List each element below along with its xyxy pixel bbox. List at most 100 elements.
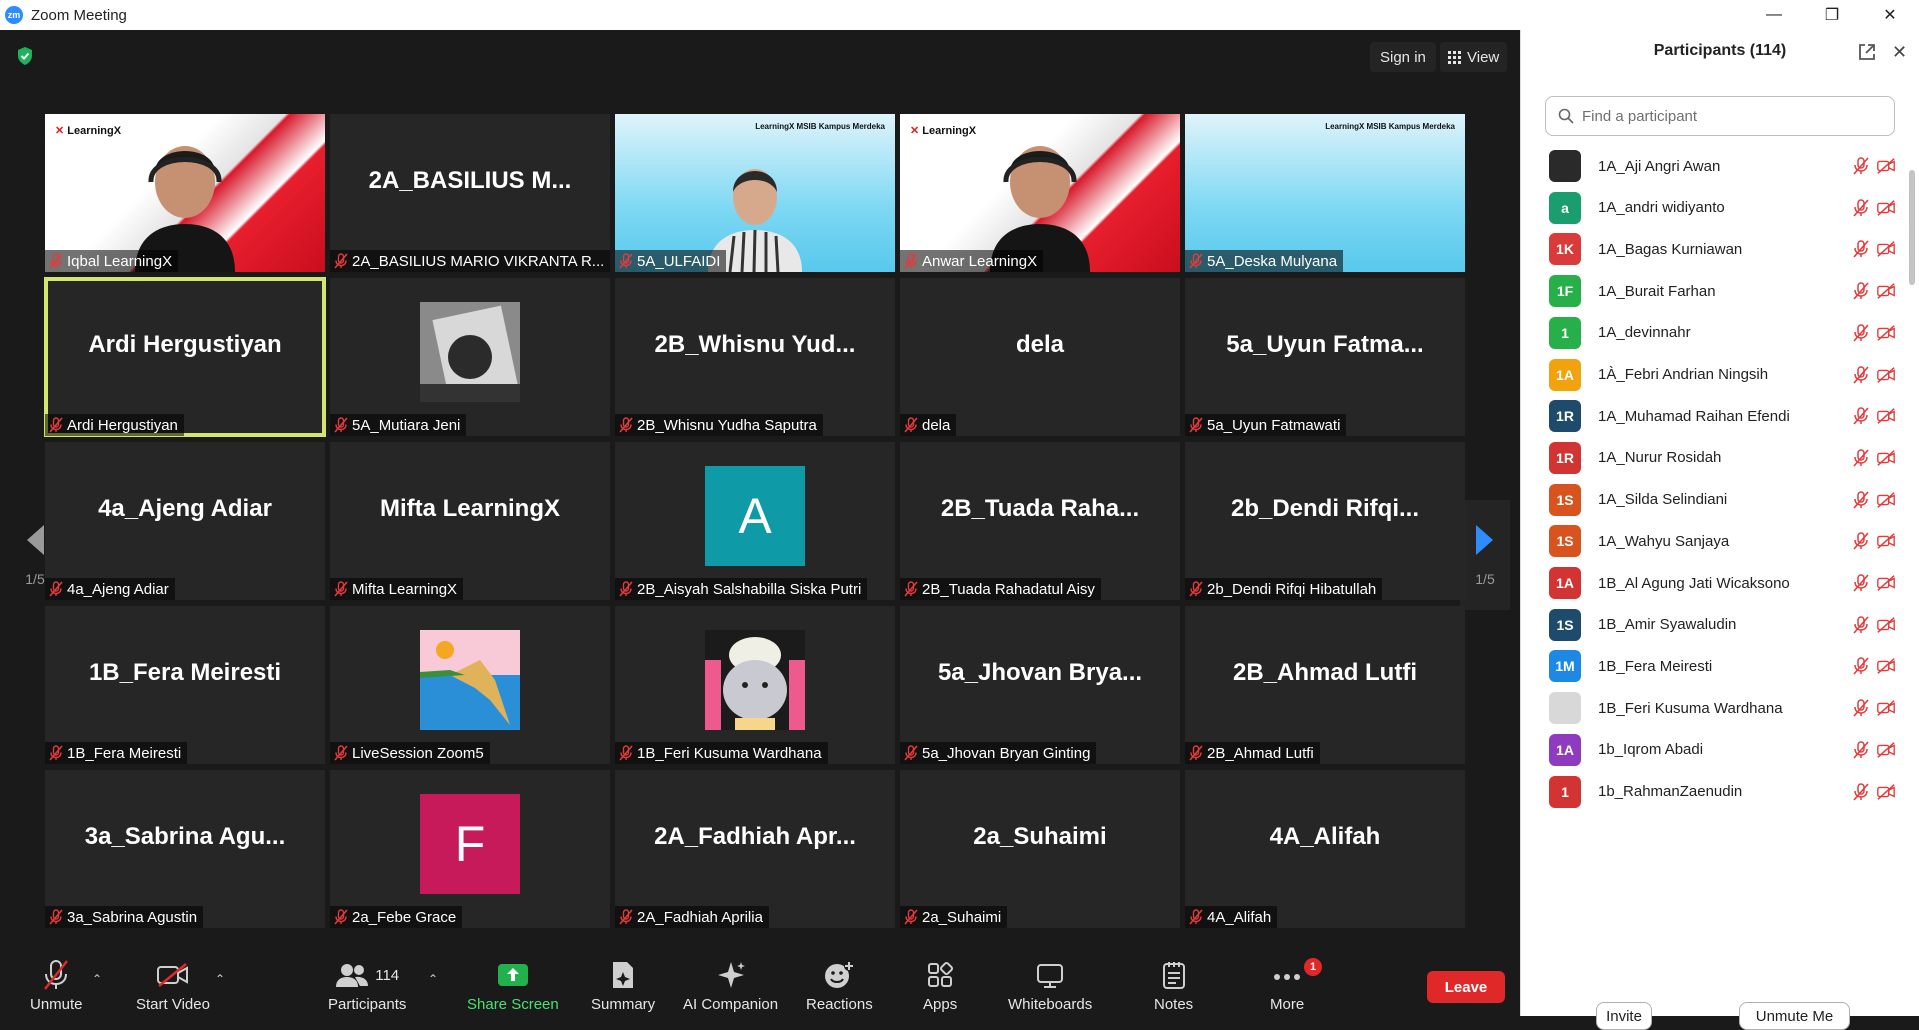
- microphone-muted-icon: [619, 253, 633, 269]
- participant-tile[interactable]: LearningX MSIB Kampus Merdeka 5A_ULFAIDI: [615, 114, 895, 272]
- microphone-muted-icon[interactable]: [1851, 448, 1871, 468]
- video-off-icon[interactable]: [1876, 281, 1896, 301]
- participant-tile[interactable]: 2A_Fadhiah Apr... 2A_Fadhiah Aprilia: [615, 770, 895, 928]
- participant-tile[interactable]: Ardi Hergustiyan Ardi Hergustiyan: [44, 277, 326, 437]
- video-off-icon[interactable]: [1876, 698, 1896, 718]
- microphone-muted-icon[interactable]: [1851, 740, 1871, 760]
- participant-tile[interactable]: 2b_Dendi Rifqi... 2b_Dendi Rifqi Hibatull…: [1185, 442, 1465, 600]
- start-video-button[interactable]: Start Video: [136, 958, 210, 1013]
- video-options-caret-icon[interactable]: ⌃: [215, 972, 225, 986]
- participant-tile[interactable]: 2A_BASILIUS M... 2A_BASILIUS MARIO VIKRAN…: [330, 114, 610, 272]
- video-off-icon[interactable]: [1876, 573, 1896, 593]
- video-off-icon[interactable]: [1876, 490, 1896, 510]
- video-off-icon[interactable]: [1876, 239, 1896, 259]
- video-off-icon[interactable]: [1876, 740, 1896, 760]
- participant-row[interactable]: 1 1b_RahmanZaenudin: [1521, 767, 1909, 817]
- next-page-button[interactable]: 1/5: [1460, 500, 1510, 610]
- audio-options-caret-icon[interactable]: ⌃: [92, 972, 102, 986]
- participant-tile[interactable]: ✕ LearningX Iqbal LearningX: [45, 114, 325, 272]
- video-off-icon[interactable]: [1876, 531, 1896, 551]
- participant-tile[interactable]: dela dela: [900, 278, 1180, 436]
- participant-name-label: 2B_Ahmad Lutfi: [1185, 742, 1320, 764]
- microphone-muted-icon[interactable]: [1851, 490, 1871, 510]
- video-off-icon[interactable]: [1876, 365, 1896, 385]
- close-panel-icon[interactable]: ✕: [1892, 42, 1907, 63]
- apps-button[interactable]: Apps: [923, 958, 957, 1013]
- microphone-muted-icon[interactable]: [1851, 198, 1871, 218]
- participant-tile[interactable]: 4A_Alifah 4A_Alifah: [1185, 770, 1465, 928]
- microphone-muted-icon[interactable]: [1851, 656, 1871, 676]
- unmute-button[interactable]: Unmute: [30, 958, 83, 1013]
- participant-tile[interactable]: LearningX MSIB Kampus Merdeka 5A_Deska Mu…: [1185, 114, 1465, 272]
- participant-search[interactable]: [1545, 96, 1895, 136]
- microphone-muted-icon[interactable]: [1851, 406, 1871, 426]
- notes-button[interactable]: Notes: [1154, 958, 1193, 1013]
- unmute-me-button[interactable]: Unmute Me: [1739, 1002, 1850, 1030]
- participant-name-label: dela: [900, 414, 957, 436]
- reactions-button[interactable]: Reactions: [806, 958, 873, 1013]
- video-off-icon[interactable]: [1876, 198, 1896, 218]
- whiteboards-button[interactable]: Whiteboards: [1008, 958, 1092, 1013]
- participant-tile[interactable]: 3a_Sabrina Agu... 3a_Sabrina Agustin: [45, 770, 325, 928]
- microphone-muted-icon[interactable]: [1851, 782, 1871, 802]
- search-input[interactable]: [1582, 107, 1882, 125]
- participants-options-caret-icon[interactable]: ⌃: [428, 972, 438, 986]
- participant-tile[interactable]: 1B_Feri Kusuma Wardhana: [615, 606, 895, 764]
- minimize-button[interactable]: —: [1745, 0, 1803, 30]
- video-off-icon[interactable]: [1876, 156, 1896, 176]
- microphone-muted-icon[interactable]: [1851, 323, 1871, 343]
- participants-panel: Participants (114) ✕ 1A_Aji Angri Awana1…: [1520, 30, 1919, 1030]
- video-off-icon[interactable]: [1876, 656, 1896, 676]
- pop-out-icon[interactable]: [1857, 42, 1877, 62]
- microphone-muted-icon[interactable]: [1851, 365, 1871, 385]
- participant-name: Mifta LearningX: [352, 580, 458, 598]
- video-off-icon[interactable]: [1876, 615, 1896, 635]
- participant-tile[interactable]: F 2a_Febe Grace: [330, 770, 610, 928]
- close-window-button[interactable]: ✕: [1861, 0, 1919, 30]
- participant-tile[interactable]: 5a_Jhovan Brya... 5a_Jhovan Bryan Ginting: [900, 606, 1180, 764]
- sign-in-button[interactable]: Sign in: [1370, 42, 1436, 72]
- video-off-icon[interactable]: [1876, 406, 1896, 426]
- invite-button[interactable]: Invite: [1596, 1002, 1652, 1030]
- grid-view-icon: [1448, 50, 1461, 64]
- shield-check-icon[interactable]: [16, 46, 34, 66]
- summary-button[interactable]: Summary: [591, 958, 655, 1013]
- participant-name-label: Anwar LearningX: [900, 250, 1044, 272]
- participant-tile[interactable]: 2B_Whisnu Yud... 2B_Whisnu Yudha Saputra: [615, 278, 895, 436]
- participant-list-scrollbar[interactable]: [1909, 170, 1915, 285]
- participants-button[interactable]: 114 Participants: [328, 958, 406, 1013]
- participant-tile[interactable]: 5a_Uyun Fatma... 5a_Uyun Fatmawati: [1185, 278, 1465, 436]
- participant-tile[interactable]: 4a_Ajeng Adiar 4a_Ajeng Adiar: [45, 442, 325, 600]
- participant-tile[interactable]: ✕ LearningX Anwar LearningX: [900, 114, 1180, 272]
- microphone-muted-icon[interactable]: [1851, 698, 1871, 718]
- microphone-muted-icon: [49, 745, 63, 761]
- video-off-icon[interactable]: [1876, 782, 1896, 802]
- microphone-muted-icon[interactable]: [1851, 615, 1871, 635]
- microphone-muted-icon[interactable]: [1851, 281, 1871, 301]
- microphone-muted-icon[interactable]: [1851, 573, 1871, 593]
- ai-companion-button[interactable]: AI Companion: [683, 958, 778, 1013]
- participant-avatar: 1R: [1549, 400, 1581, 433]
- microphone-muted-icon[interactable]: [1851, 239, 1871, 259]
- participant-avatar: a: [1549, 191, 1581, 224]
- participant-tile[interactable]: Mifta LearningX Mifta LearningX: [330, 442, 610, 600]
- participant-tile[interactable]: LiveSession Zoom5: [330, 606, 610, 764]
- restore-button[interactable]: ❐: [1803, 0, 1861, 30]
- participant-tile[interactable]: 2B_Ahmad Lutfi 2B_Ahmad Lutfi: [1185, 606, 1465, 764]
- microphone-muted-icon[interactable]: [1851, 531, 1871, 551]
- participant-name: 4a_Ajeng Adiar: [67, 580, 169, 598]
- participant-tile[interactable]: 1B_Fera Meiresti 1B_Fera Meiresti: [45, 606, 325, 764]
- microphone-muted-icon[interactable]: [1851, 156, 1871, 176]
- view-label: View: [1467, 48, 1500, 66]
- participant-tile[interactable]: 5A_Mutiara Jeni: [330, 278, 610, 436]
- participant-tile[interactable]: 2B_Tuada Raha... 2B_Tuada Rahadatul Aisy: [900, 442, 1180, 600]
- video-off-icon[interactable]: [1876, 448, 1896, 468]
- microphone-muted-icon: [49, 253, 63, 269]
- view-button[interactable]: View: [1440, 42, 1508, 72]
- participant-tile[interactable]: A 2B_Aisyah Salshabilla Siska Putri: [615, 442, 895, 600]
- leave-button[interactable]: Leave: [1427, 971, 1505, 1003]
- more-button[interactable]: More: [1270, 958, 1304, 1013]
- participant-tile[interactable]: 2a_Suhaimi 2a_Suhaimi: [900, 770, 1180, 928]
- video-off-icon[interactable]: [1876, 323, 1896, 343]
- share-screen-button[interactable]: Share Screen: [467, 958, 559, 1013]
